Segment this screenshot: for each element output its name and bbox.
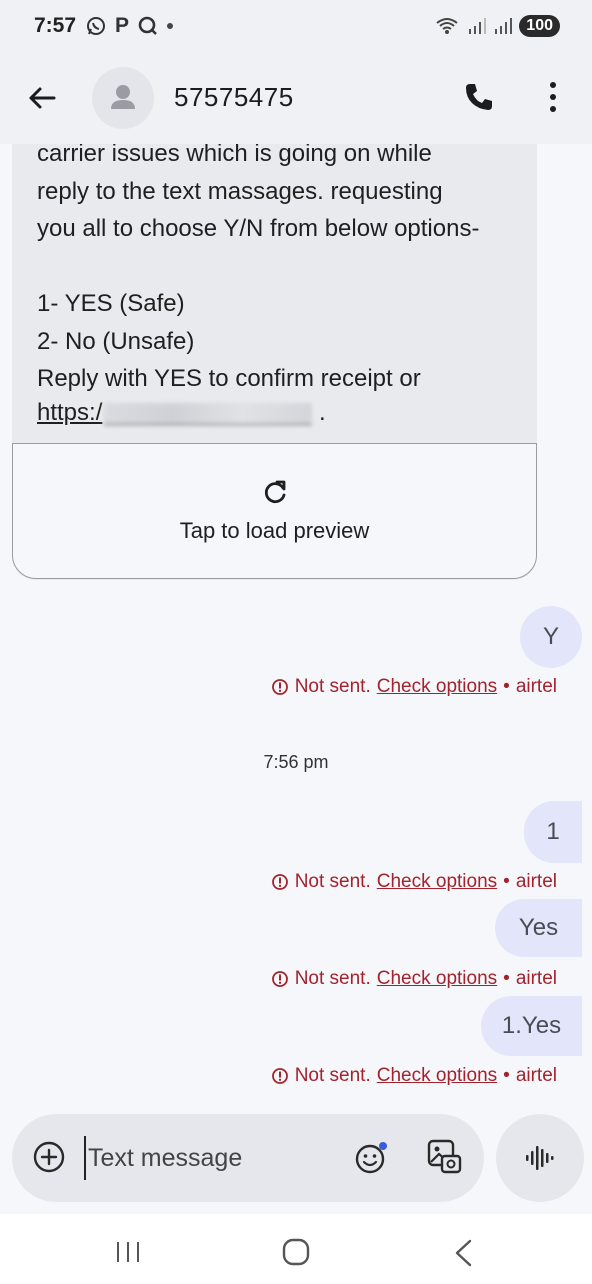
blurred-link-region xyxy=(104,402,313,425)
system-nav-bar xyxy=(0,1214,592,1284)
whatsapp-icon xyxy=(87,17,106,35)
voice-waveform-icon xyxy=(526,1146,554,1170)
battery-indicator: 100 xyxy=(519,15,560,37)
not-sent-label: Not sent. xyxy=(294,968,371,989)
status-bar: 7:57 P 100 xyxy=(0,0,592,52)
link-preview-card[interactable]: Tap to load preview xyxy=(12,443,537,579)
phone-icon[interactable] xyxy=(462,80,496,114)
recent-apps-icon[interactable] xyxy=(114,1240,142,1264)
contact-name[interactable]: 57575475 xyxy=(174,82,294,113)
message-status: Not sent. Check options • airtel xyxy=(271,871,557,893)
separator-dot: • xyxy=(503,1065,510,1086)
compose-bar xyxy=(12,1114,484,1202)
outgoing-message-text: 1.Yes xyxy=(501,1012,562,1039)
error-icon xyxy=(271,971,288,987)
carrier-label: airtel xyxy=(515,676,557,697)
system-back-icon[interactable] xyxy=(452,1238,474,1268)
status-notification-icons: P xyxy=(86,14,174,38)
outgoing-message-text: 1 xyxy=(546,818,560,845)
not-sent-label: Not sent. xyxy=(294,676,371,697)
outgoing-message-bubble[interactable]: Y xyxy=(520,606,582,668)
voice-message-button[interactable] xyxy=(496,1114,584,1202)
outgoing-message-bubble[interactable]: 1 xyxy=(524,801,582,863)
more-notifications-dot xyxy=(167,23,174,29)
message-list[interactable]: carrier issues which is going on while r… xyxy=(0,144,592,1114)
conversation-header: 57575475 xyxy=(0,52,592,144)
add-attachment-icon[interactable] xyxy=(32,1140,66,1174)
status-time: 7:57 xyxy=(34,14,77,37)
outgoing-message-bubble[interactable]: Yes xyxy=(495,899,582,957)
separator-dot: • xyxy=(503,676,510,697)
message-status: Not sent. Check options • airtel xyxy=(271,1065,557,1087)
not-sent-label: Not sent. xyxy=(294,871,371,892)
gallery-icon[interactable] xyxy=(426,1138,464,1176)
error-icon xyxy=(271,1068,288,1084)
carrier-label: airtel xyxy=(515,871,557,892)
message-status: Not sent. Check options • airtel xyxy=(271,676,557,698)
more-vert-icon[interactable] xyxy=(538,80,568,114)
separator-dot: • xyxy=(503,871,510,892)
outgoing-message-text: Yes xyxy=(518,914,559,941)
avatar[interactable] xyxy=(92,67,154,129)
outgoing-message-bubble[interactable]: 1.Yes xyxy=(481,996,582,1056)
home-icon[interactable] xyxy=(282,1238,310,1266)
error-icon xyxy=(271,679,288,695)
status-right-icons: 100 xyxy=(435,15,560,37)
carrier-label: airtel xyxy=(515,968,557,989)
message-status: Not sent. Check options • airtel xyxy=(271,968,557,990)
error-icon xyxy=(271,874,288,890)
incoming-link[interactable]: https:/ xyxy=(37,399,102,426)
emoji-icon[interactable] xyxy=(354,1140,390,1176)
q-notification-icon xyxy=(138,16,157,35)
refresh-icon xyxy=(264,480,285,504)
back-arrow-icon[interactable] xyxy=(26,82,58,114)
signal-icon xyxy=(469,18,487,34)
check-options-link[interactable]: Check options xyxy=(377,871,497,893)
person-icon xyxy=(111,85,135,109)
outgoing-message-text: Y xyxy=(542,623,559,650)
text-message-input[interactable] xyxy=(84,1136,334,1180)
wifi-icon xyxy=(436,18,458,34)
check-options-link[interactable]: Check options xyxy=(377,968,497,990)
p-notification-icon: P xyxy=(115,14,130,37)
not-sent-label: Not sent. xyxy=(294,1065,371,1086)
tap-to-load-preview[interactable]: Tap to load preview xyxy=(180,518,370,544)
check-options-link[interactable]: Check options xyxy=(377,676,497,698)
signal-icon-2 xyxy=(495,18,513,34)
check-options-link[interactable]: Check options xyxy=(377,1065,497,1087)
separator-dot: • xyxy=(503,968,510,989)
link-suffix: . xyxy=(319,399,326,426)
incoming-message-text: carrier issues which is going on while r… xyxy=(37,144,480,392)
incoming-link-line: https:/ . xyxy=(37,394,326,432)
carrier-label: airtel xyxy=(515,1065,557,1086)
timestamp: 7:56 pm xyxy=(263,752,329,772)
